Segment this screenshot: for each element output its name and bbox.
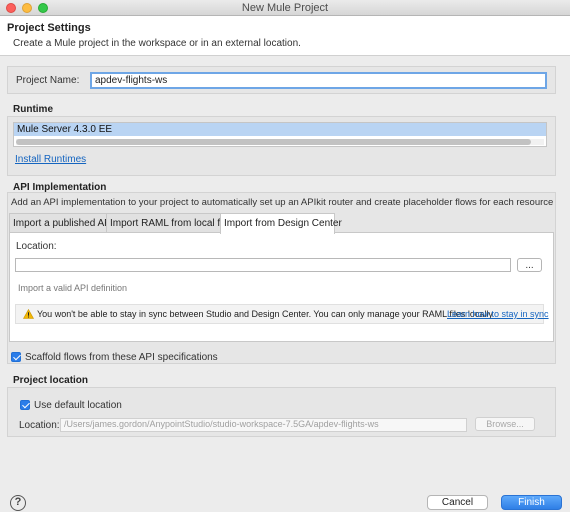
warning-text: You won't be able to stay in sync betwee… — [37, 309, 493, 319]
api-browse-button[interactable]: ... — [517, 258, 542, 272]
runtime-item[interactable]: Mule Server 4.3.0 EE — [14, 123, 546, 136]
api-location-label: Location: — [16, 241, 57, 252]
api-description: Add an API implementation to your projec… — [11, 197, 556, 208]
scaffold-flows-checkbox[interactable] — [11, 352, 21, 362]
tab-import-published-api[interactable]: Import a published API — [9, 213, 114, 233]
cancel-button[interactable]: Cancel — [427, 495, 488, 510]
window-title: New Mule Project — [241, 2, 329, 14]
runtime-scrollbar[interactable] — [16, 139, 544, 145]
page-description: Create a Mule project in the workspace o… — [13, 38, 301, 49]
project-name-label: Project Name: — [16, 75, 80, 86]
use-default-location-checkbox[interactable] — [20, 400, 30, 410]
tab-import-design-center[interactable]: Import from Design Center — [220, 213, 342, 234]
tab-import-raml-local[interactable]: Import RAML from local file — [106, 213, 230, 233]
project-name-input[interactable]: apdev-flights-ws — [90, 72, 547, 89]
finish-button[interactable]: Finish — [501, 495, 562, 510]
runtime-list[interactable]: Mule Server 4.3.0 EE — [13, 122, 547, 147]
project-location-input[interactable]: /Users/james.gordon/AnypointStudio/studi… — [60, 418, 467, 432]
project-location-label: Location: — [19, 420, 60, 431]
help-icon[interactable]: ? — [10, 495, 26, 511]
api-location-input[interactable] — [15, 258, 511, 272]
api-hint-text: Import a valid API definition — [18, 283, 128, 293]
sync-warning: You won't be able to stay in sync betwee… — [15, 304, 549, 324]
scaffold-flows-label[interactable]: Scaffold flows from these API specificat… — [25, 352, 218, 363]
runtime-scroll-thumb[interactable] — [16, 139, 531, 145]
project-location-browse-button[interactable]: Browse... — [475, 417, 535, 431]
install-runtimes-link[interactable]: Install Runtimes — [15, 154, 86, 165]
wizard-header: Project Settings Create a Mule project i… — [0, 16, 570, 56]
location-section-title: Project location — [13, 375, 89, 386]
runtime-section-title: Runtime — [13, 104, 53, 115]
use-default-location-label[interactable]: Use default location — [34, 400, 122, 411]
window-titlebar: New Mule Project — [0, 0, 570, 16]
learn-sync-link[interactable]: Learn how to stay in sync — [447, 309, 549, 319]
warning-icon — [23, 309, 34, 319]
page-title: Project Settings — [7, 22, 91, 34]
